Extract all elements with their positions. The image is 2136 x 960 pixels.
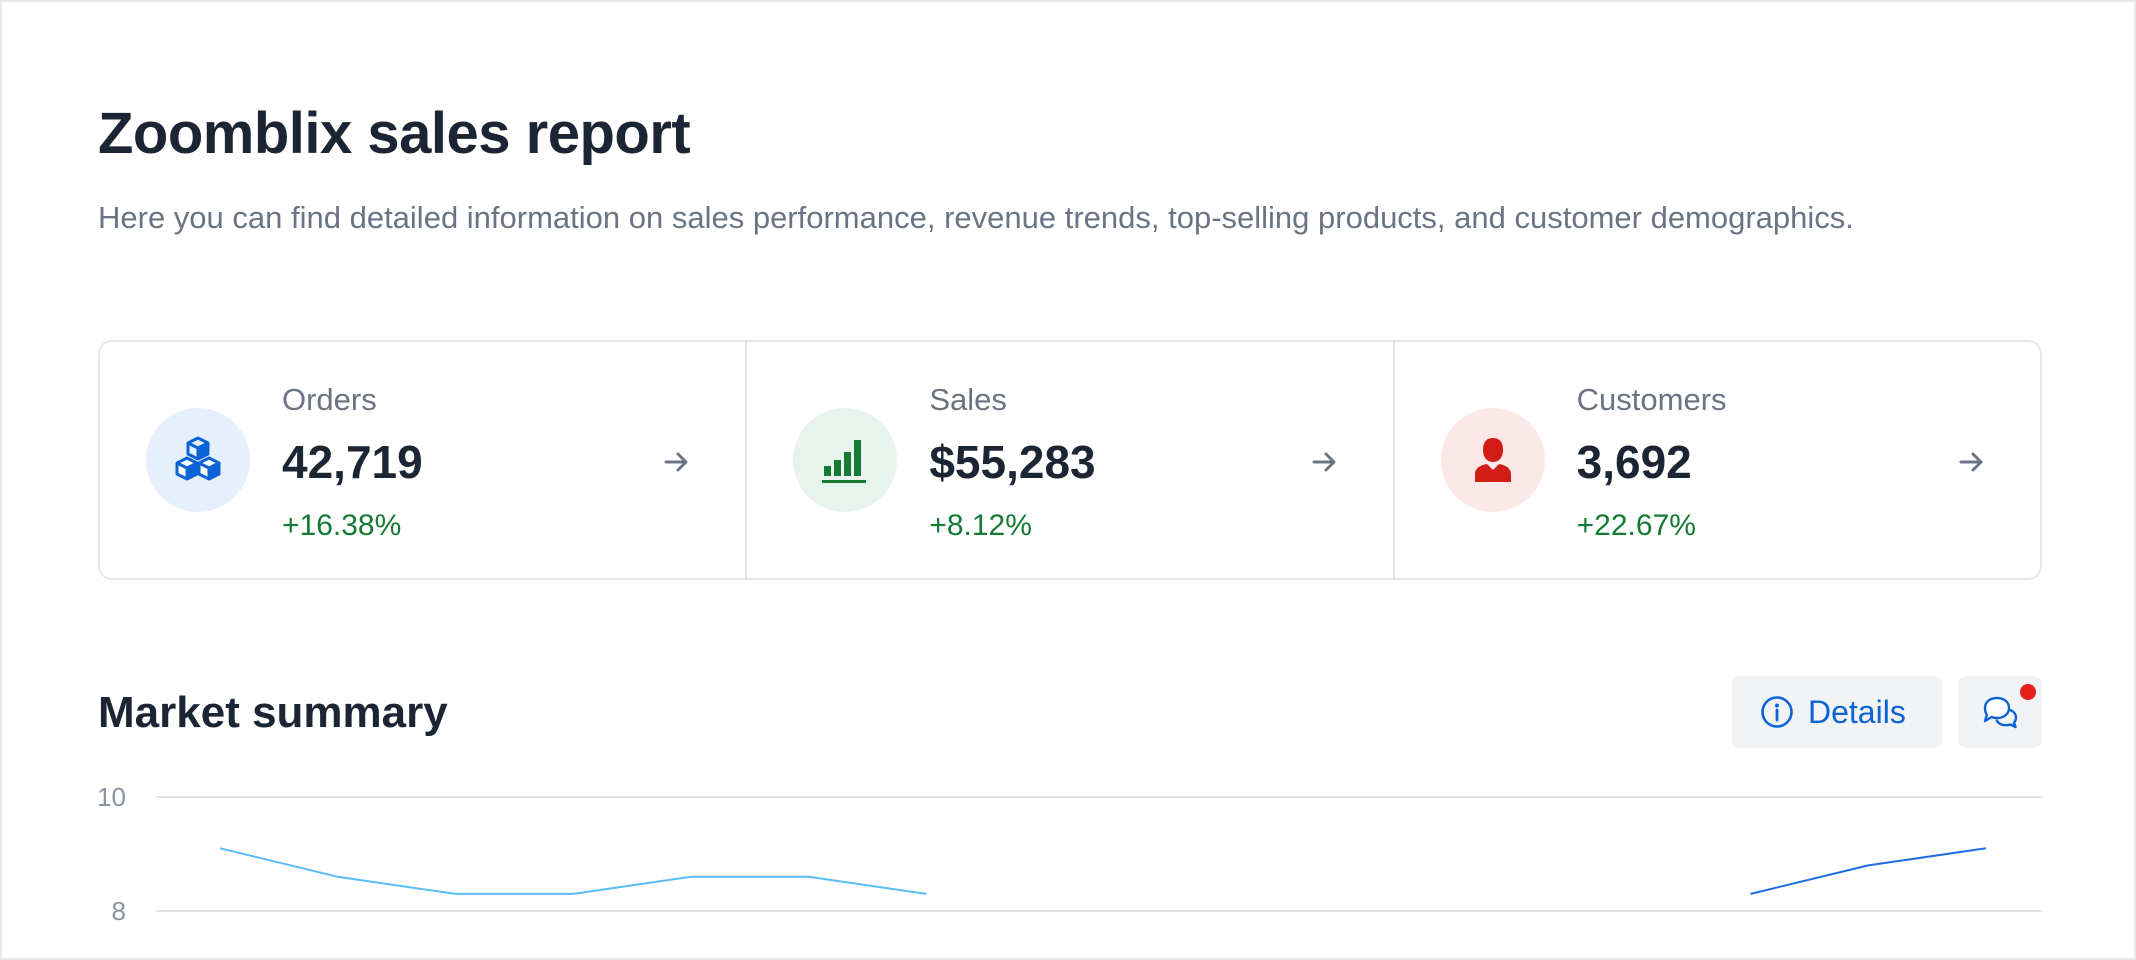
market-summary-chart: 10 8 [97,782,2042,926]
arrow-right-icon[interactable] [1305,442,1345,482]
bar-chart-icon [822,440,867,483]
kpi-orders[interactable]: Orders 42,719 +16.38% [100,342,745,578]
comments-button[interactable] [1958,676,2042,748]
y-tick-label: 10 [97,782,126,812]
kpi-customers[interactable]: Customers 3,692 +22.67% [1392,342,2040,578]
page-subtitle: Here you can find detailed information o… [98,200,1854,235]
sales-icon-badge [793,408,898,512]
user-icon [1474,438,1511,482]
kpi-value: 42,719 [282,436,423,488]
cubes-icon [175,436,221,481]
kpi-change: +16.38% [282,509,402,542]
kpi-value: 3,692 [1576,436,1692,488]
arrow-right-icon[interactable] [657,442,697,482]
info-icon [1761,696,1793,728]
comments-icon [1983,696,2018,729]
kpi-summary-card: Orders 42,719 +16.38% Sales $55,283 +8.1… [98,340,2042,580]
arrow-right-icon[interactable] [1952,442,1992,482]
page-title: Zoomblix sales report [98,101,691,166]
report-page: Zoomblix sales report Here you can find … [0,0,2136,960]
kpi-sales[interactable]: Sales $55,283 +8.12% [745,342,1392,578]
customers-icon-badge [1440,408,1545,512]
kpi-change: +22.67% [1576,509,1696,542]
details-button[interactable]: Details [1732,676,1942,748]
kpi-change: +8.12% [929,509,1032,542]
notification-dot [2020,684,2036,700]
details-label: Details [1808,693,1906,730]
market-summary-title: Market summary [98,688,448,737]
orders-icon-badge [146,408,250,512]
series-line [1750,847,1987,895]
kpi-label: Orders [282,382,377,417]
kpi-label: Sales [929,382,1007,417]
kpi-label: Customers [1576,382,1727,417]
kpi-value: $55,283 [929,436,1096,488]
series-line [219,847,927,895]
y-tick-label: 8 [112,896,126,926]
